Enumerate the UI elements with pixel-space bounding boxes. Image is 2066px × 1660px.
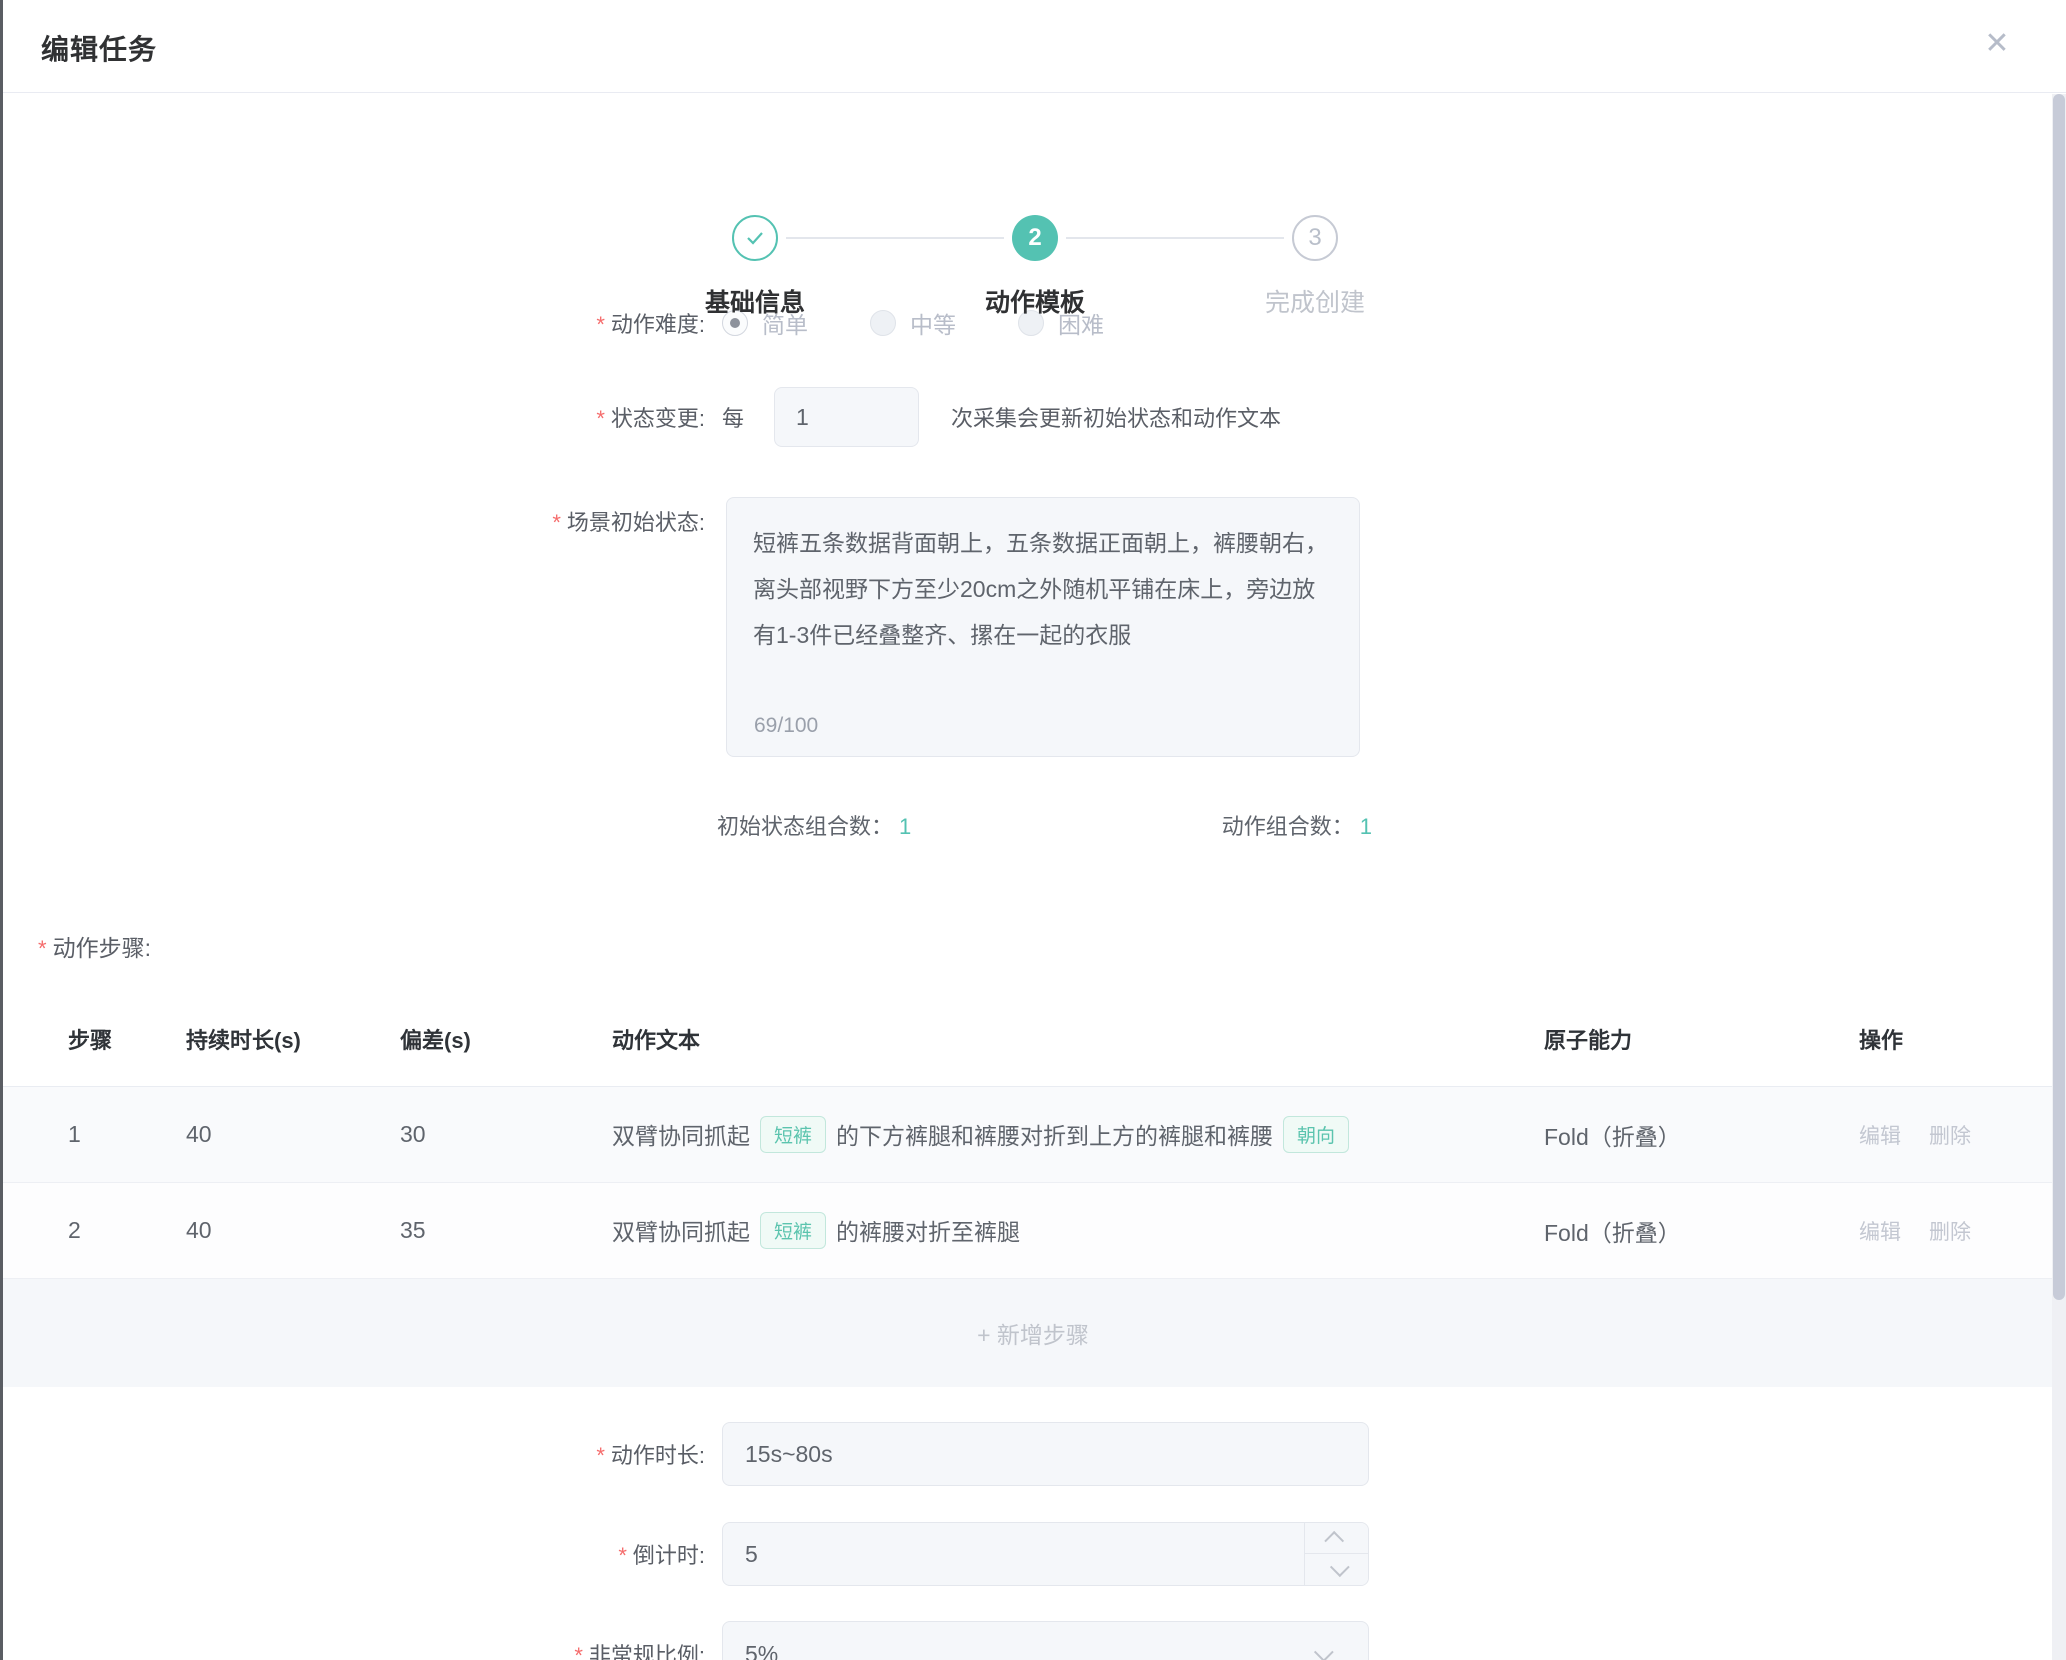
orientation-tag: 朝向 xyxy=(1283,1116,1349,1153)
initial-combo-value: 1 xyxy=(899,814,911,839)
action-combo-count: 动作组合数：1 xyxy=(1222,809,1372,841)
countdown-input[interactable] xyxy=(722,1522,1369,1586)
cell-step: 1 xyxy=(68,1121,186,1148)
chevron-down-icon xyxy=(1314,1642,1334,1660)
steps-table: 步骤 持续时长(s) 偏差(s) 动作文本 原子能力 操作 1 40 30 双臂… xyxy=(0,991,2066,1387)
col-header-step: 步骤 xyxy=(68,1023,186,1055)
state-change-row: *状态变更: 每 次采集会更新初始状态和动作文本 xyxy=(0,385,2066,449)
steps-section-label: *动作步骤: xyxy=(38,929,2066,963)
edit-link[interactable]: 编辑 xyxy=(1859,1125,1901,1148)
state-change-input[interactable] xyxy=(774,387,919,447)
required-asterisk: * xyxy=(596,406,605,431)
unusual-ratio-select[interactable]: 5% xyxy=(722,1621,1369,1660)
state-change-prefix: 每 xyxy=(722,401,744,433)
delete-link[interactable]: 删除 xyxy=(1929,1125,1971,1148)
required-asterisk: * xyxy=(552,510,561,535)
add-step-row: + 新增步骤 xyxy=(0,1279,2066,1387)
cell-ability: Fold（折叠） xyxy=(1544,1118,1859,1152)
spinner-decrease-button[interactable] xyxy=(1305,1554,1368,1585)
required-asterisk: * xyxy=(596,312,605,337)
close-icon[interactable]: ✕ xyxy=(1975,22,2019,66)
scene-state-text: 短裤五条数据背面朝上，五条数据正面朝上，裤腰朝右，离头部视野下方至少20cm之外… xyxy=(753,520,1333,658)
delete-link[interactable]: 删除 xyxy=(1929,1221,1971,1244)
step-connector xyxy=(1066,237,1284,239)
step-3-number: 3 xyxy=(1308,224,1321,252)
scene-state-textarea[interactable]: 短裤五条数据背面朝上，五条数据正面朝上，裤腰朝右，离头部视野下方至少20cm之外… xyxy=(726,497,1360,757)
required-asterisk: * xyxy=(618,1543,627,1568)
cell-deviation: 30 xyxy=(400,1121,612,1148)
step-2-label: 动作模板 xyxy=(915,283,1155,319)
initial-combo-count: 初始状态组合数：1 xyxy=(717,809,911,841)
action-duration-label: *动作时长: xyxy=(0,1438,705,1470)
required-asterisk: * xyxy=(38,936,47,961)
countdown-row: *倒计时: xyxy=(0,1521,2066,1587)
col-header-ability: 原子能力 xyxy=(1544,1023,1859,1055)
chevron-down-icon xyxy=(1329,1557,1349,1577)
required-asterisk: * xyxy=(574,1643,583,1660)
step-3-circle: 3 xyxy=(1292,215,1338,261)
col-header-action-text: 动作文本 xyxy=(612,1023,1544,1055)
add-step-button[interactable]: + 新增步骤 xyxy=(977,1316,1089,1350)
step-2-number: 2 xyxy=(1028,224,1041,252)
cell-action-text: 双臂协同抓起短裤的裤腰对折至裤腿 xyxy=(612,1212,1544,1249)
cell-deviation: 35 xyxy=(400,1217,612,1244)
col-header-actions: 操作 xyxy=(1859,1023,2066,1055)
char-counter: 69/100 xyxy=(754,714,818,738)
combo-counts-row: 初始状态组合数：1 动作组合数：1 xyxy=(717,809,1372,841)
scene-state-row: *场景初始状态: 短裤五条数据背面朝上，五条数据正面朝上，裤腰朝右，离头部视野下… xyxy=(0,497,2066,757)
countdown-label: *倒计时: xyxy=(0,1538,705,1570)
table-row: 2 40 35 双臂协同抓起短裤的裤腰对折至裤腿 Fold（折叠） 编辑 删除 xyxy=(0,1183,2066,1279)
number-spinner xyxy=(1304,1523,1368,1585)
cell-actions: 编辑 删除 xyxy=(1859,1120,2066,1150)
step-1-circle xyxy=(732,215,778,261)
scrollbar-track[interactable] xyxy=(2052,94,2066,1660)
col-header-deviation: 偏差(s) xyxy=(400,1023,612,1055)
action-duration-row: *动作时长: xyxy=(0,1421,2066,1487)
step-2-circle: 2 xyxy=(1012,215,1058,261)
step-3-label: 完成创建 xyxy=(1195,283,1435,319)
countdown-input-wrap xyxy=(722,1522,1369,1586)
chevron-up-icon xyxy=(1324,1531,1344,1551)
spinner-increase-button[interactable] xyxy=(1305,1523,1368,1554)
check-icon xyxy=(743,226,767,250)
unusual-ratio-row: *非常规比例: 5% xyxy=(0,1621,2066,1660)
step-connector xyxy=(786,237,1004,239)
cell-ability: Fold（折叠） xyxy=(1544,1214,1859,1248)
table-header-row: 步骤 持续时长(s) 偏差(s) 动作文本 原子能力 操作 xyxy=(0,991,2066,1087)
action-combo-label: 动作组合数： xyxy=(1222,814,1354,839)
cell-actions: 编辑 删除 xyxy=(1859,1216,2066,1246)
wizard-stepper: 2 3 基础信息 动作模板 完成创建 xyxy=(0,93,2066,243)
cell-duration: 40 xyxy=(186,1121,400,1148)
state-change-suffix: 次采集会更新初始状态和动作文本 xyxy=(951,401,1281,433)
dialog-title: 编辑任务 xyxy=(41,28,157,68)
step-1-label: 基础信息 xyxy=(635,283,875,319)
initial-combo-label: 初始状态组合数： xyxy=(717,814,893,839)
table-row: 1 40 30 双臂协同抓起短裤的下方裤腿和裤腰对折到上方的裤腿和裤腰朝向 Fo… xyxy=(0,1087,2066,1183)
select-value: 5% xyxy=(745,1641,778,1660)
edit-link[interactable]: 编辑 xyxy=(1859,1221,1901,1244)
cell-step: 2 xyxy=(68,1217,186,1244)
dialog-header: 编辑任务 ✕ xyxy=(0,0,2066,93)
col-header-duration: 持续时长(s) xyxy=(186,1023,400,1055)
required-asterisk: * xyxy=(596,1443,605,1468)
cell-duration: 40 xyxy=(186,1217,400,1244)
action-duration-input[interactable] xyxy=(722,1422,1369,1486)
object-tag: 短裤 xyxy=(760,1116,826,1153)
difficulty-label: *动作难度: xyxy=(0,307,705,339)
unusual-ratio-label: *非常规比例: xyxy=(0,1638,705,1660)
scene-state-label: *场景初始状态: xyxy=(0,497,705,537)
background-page-sliver xyxy=(0,0,3,1660)
scrollbar-thumb[interactable] xyxy=(2053,94,2065,1300)
cell-action-text: 双臂协同抓起短裤的下方裤腿和裤腰对折到上方的裤腿和裤腰朝向 xyxy=(612,1116,1544,1153)
object-tag: 短裤 xyxy=(760,1212,826,1249)
state-change-label: *状态变更: xyxy=(0,401,705,433)
action-combo-value: 1 xyxy=(1360,814,1372,839)
